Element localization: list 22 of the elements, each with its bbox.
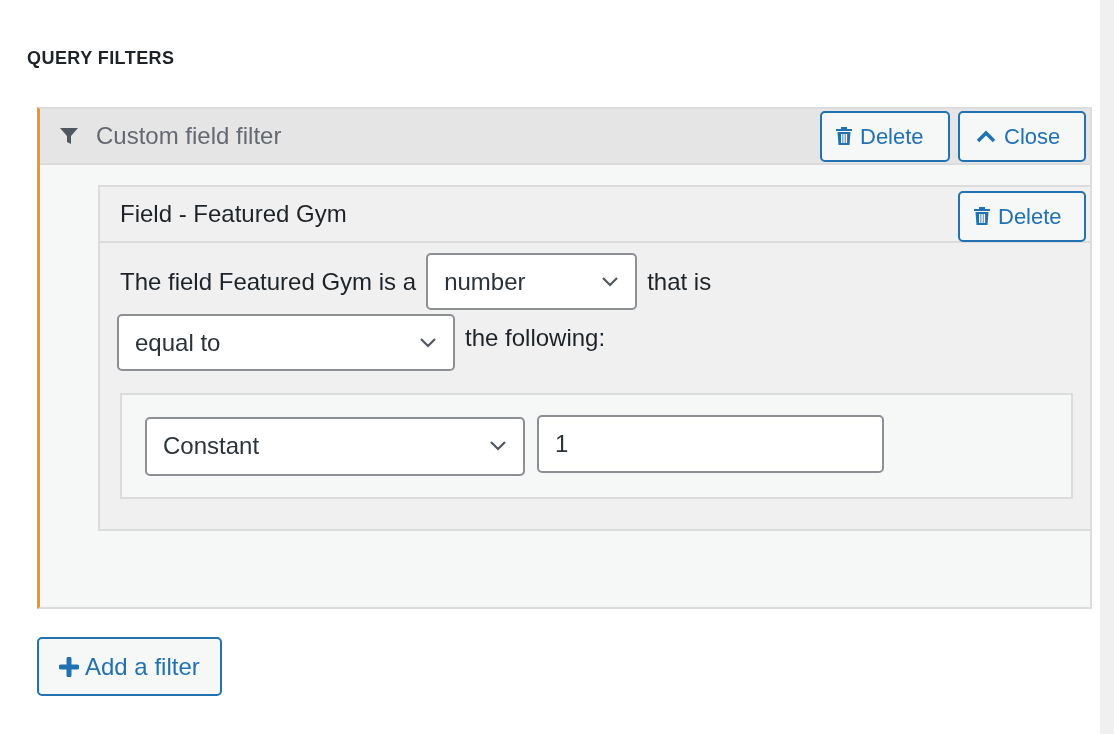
plus-icon	[59, 656, 79, 677]
section-heading: QUERY FILTERS	[27, 47, 176, 70]
sentence-text: the following:	[465, 322, 606, 353]
trash-icon	[836, 127, 852, 145]
close-button[interactable]: Close	[958, 110, 1086, 162]
chevron-up-icon	[976, 129, 996, 143]
select-field[interactable]: number	[426, 253, 638, 310]
trash-icon	[974, 207, 990, 225]
sentence-text: The field Featured Gym is a	[120, 266, 417, 297]
field-title: Field - Featured Gym	[120, 199, 348, 229]
add-filter-button[interactable]: Add a filter	[37, 637, 222, 696]
caret-icon	[601, 275, 620, 288]
value-input[interactable]: 1	[537, 414, 884, 473]
caret-icon	[489, 440, 507, 452]
delete-button[interactable]: Delete	[820, 110, 950, 162]
panel-title: Custom field filter	[96, 121, 283, 151]
select-field[interactable]: equal to	[117, 314, 455, 371]
caret-icon	[419, 336, 437, 349]
sentence-text: that is	[647, 266, 712, 297]
delete-button[interactable]: Delete	[958, 190, 1086, 242]
select-field[interactable]: Constant	[145, 416, 525, 476]
filter-icon	[60, 127, 78, 145]
